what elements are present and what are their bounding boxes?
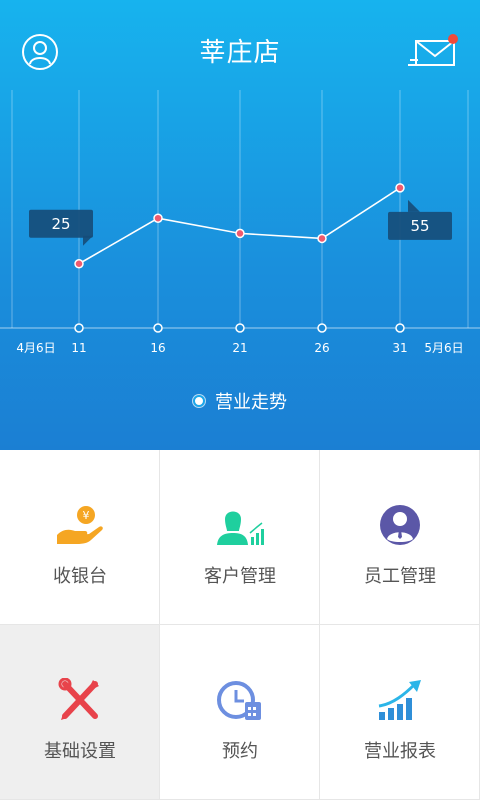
x-tick-label: 4月6日 xyxy=(16,341,55,355)
chart-legend: 营业走势 xyxy=(0,388,480,414)
clock-calendar-icon xyxy=(216,681,261,720)
menu-label: 基础设置 xyxy=(44,741,116,762)
message-button[interactable] xyxy=(408,34,458,68)
data-point[interactable] xyxy=(317,233,327,244)
x-tick-label: 31 xyxy=(392,341,407,355)
menu-label: 营业报表 xyxy=(364,741,436,762)
report-bar-chart-icon xyxy=(378,680,421,720)
x-tick-marker xyxy=(153,323,163,333)
x-tick-marker xyxy=(235,323,245,333)
menu-label: 预约 xyxy=(222,741,258,762)
top-bar: 莘庄店 xyxy=(0,0,480,90)
x-tick-marker xyxy=(395,323,405,333)
x-tick-marker xyxy=(317,323,327,333)
legend-label: 营业走势 xyxy=(215,392,287,413)
x-tick-label: 21 xyxy=(232,341,247,355)
dashboard-header: 莘庄店 4月6日 11 16 21 26 31 5月6日 25 55 营业走势 xyxy=(0,0,480,450)
revenue-trend-chart: 4月6日 11 16 21 26 31 5月6日 25 55 xyxy=(0,90,480,355)
data-point[interactable] xyxy=(395,183,405,193)
data-point[interactable] xyxy=(74,259,84,269)
callout-label: 25 xyxy=(51,215,70,233)
customer-chart-icon xyxy=(216,511,264,545)
tools-wrench-icon xyxy=(58,678,99,720)
menu-item-appointment[interactable]: 预约 xyxy=(160,625,320,800)
x-tick-marker xyxy=(74,323,84,333)
function-menu-grid: ¥ 收银台 客户管理 员工管理 基础设置 预约 营业报表 xyxy=(0,450,480,800)
menu-item-cashier[interactable]: ¥ 收银台 xyxy=(0,450,160,625)
notification-dot xyxy=(448,34,458,44)
x-tick-label: 11 xyxy=(71,341,86,355)
menu-label: 客户管理 xyxy=(204,566,276,587)
data-point[interactable] xyxy=(235,228,245,239)
staff-person-icon xyxy=(379,505,420,545)
value-callout: 55 xyxy=(388,199,452,240)
menu-item-basic-settings[interactable]: 基础设置 xyxy=(0,625,160,800)
x-tick-label: 16 xyxy=(150,341,165,355)
value-callout: 25 xyxy=(29,209,93,246)
menu-item-customer[interactable]: 客户管理 xyxy=(160,450,320,625)
data-point[interactable] xyxy=(153,213,163,223)
cashier-hand-coin-icon: ¥ xyxy=(56,506,103,544)
menu-item-business-report[interactable]: 营业报表 xyxy=(320,625,480,800)
menu-label: 员工管理 xyxy=(364,566,436,587)
menu-item-staff[interactable]: 员工管理 xyxy=(320,450,480,625)
legend-marker xyxy=(193,395,205,407)
x-tick-label: 5月6日 xyxy=(424,341,463,355)
callout-label: 55 xyxy=(410,217,429,235)
svg-text:¥: ¥ xyxy=(82,509,89,522)
menu-label: 收银台 xyxy=(53,566,107,587)
x-tick-label: 26 xyxy=(314,341,329,355)
